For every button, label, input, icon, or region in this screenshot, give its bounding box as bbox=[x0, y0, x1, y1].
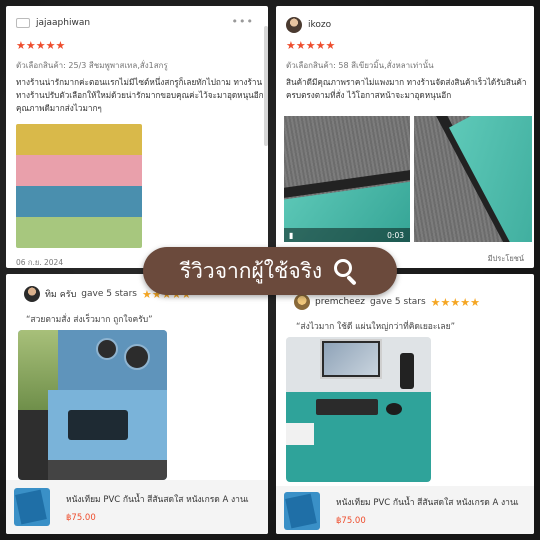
product-thumbnail[interactable] bbox=[14, 488, 50, 526]
username[interactable]: premcheez bbox=[315, 297, 365, 307]
video-duration: 0:03 bbox=[387, 231, 404, 240]
review-header: jajaaphiwan bbox=[16, 18, 90, 28]
swatch-yellow bbox=[16, 124, 142, 155]
rating-caption: gave 5 stars bbox=[369, 297, 426, 307]
rating-caption: gave 5 stars bbox=[81, 289, 137, 299]
avatar[interactable] bbox=[294, 294, 310, 310]
avatar-placeholder-icon bbox=[16, 18, 30, 28]
helpful-button[interactable]: มีประโยชน์ bbox=[488, 253, 524, 265]
thumb-fabric bbox=[285, 493, 317, 529]
username[interactable]: jajaaphiwan bbox=[36, 18, 90, 28]
review-card-4: premcheez gave 5 stars ★★★★★ “ส่งไวมาก ใ… bbox=[276, 274, 534, 534]
product-price: ฿75.00 bbox=[66, 513, 96, 523]
thumb-fabric bbox=[15, 489, 47, 525]
product-variant: ตัวเลือกสินค้า: 58 สีเขียวมิ้น,สั่งหลาเท… bbox=[286, 61, 434, 70]
review-photo[interactable] bbox=[16, 124, 142, 248]
avatar[interactable] bbox=[286, 17, 302, 33]
mouse bbox=[386, 403, 402, 415]
swatch-green bbox=[16, 217, 142, 248]
review-video[interactable]: ▮ 0:03 bbox=[284, 116, 410, 242]
review-header: premcheez gave 5 stars ★★★★★ bbox=[294, 294, 480, 310]
speaker-1 bbox=[96, 338, 118, 360]
avatar[interactable] bbox=[24, 286, 40, 302]
review-photo[interactable] bbox=[286, 337, 431, 482]
review-header: ikozo bbox=[286, 17, 331, 33]
star-rating: ★★★★★ bbox=[286, 39, 336, 52]
bottle bbox=[400, 353, 414, 389]
review-date: 06 ก.ย. 2024 bbox=[16, 258, 64, 267]
keyboard bbox=[316, 399, 378, 415]
review-photo[interactable] bbox=[414, 116, 532, 242]
paper-sheet bbox=[286, 423, 314, 445]
review-card-1: jajaaphiwan ••• ★★★★★ ตัวเลือกสินค้า: 25… bbox=[6, 6, 268, 268]
review-quote: “สวยตามสั่ง ส่งเร็วมาก ถูกใจครับ” bbox=[26, 315, 153, 325]
product-link[interactable]: หนังเทียม PVC กันน้ำ สีสันสดใส หนังเกรด … bbox=[6, 480, 268, 534]
more-dots-icon[interactable]: ••• bbox=[232, 15, 254, 28]
car-seat bbox=[18, 410, 48, 480]
product-name[interactable]: หนังเทียม PVC กันน้ำ สีสันสดใส หนังเกรด … bbox=[66, 492, 249, 506]
product-price: ฿75.00 bbox=[336, 516, 366, 526]
video-signal-icon: ▮ bbox=[289, 231, 294, 240]
username[interactable]: ทิม ครับ bbox=[45, 287, 76, 301]
product-name[interactable]: หนังเทียม PVC กันน้ำ สีสันสดใส หนังเกรด … bbox=[336, 495, 519, 509]
swatch-pink bbox=[16, 155, 142, 186]
username[interactable]: ikozo bbox=[308, 20, 331, 30]
product-link[interactable]: หนังเทียม PVC กันน้ำ สีสันสดใส หนังเกรด … bbox=[276, 486, 534, 534]
panel-cutout bbox=[68, 410, 128, 440]
review-text: ทางร้านน่ารักมากค่ะตอนแรกไม่มีไซต์หนึ่งส… bbox=[16, 77, 264, 113]
star-rating: ★★★★★ bbox=[16, 39, 66, 52]
floor bbox=[48, 460, 167, 480]
monitor-screen bbox=[324, 343, 378, 375]
swatch-blue bbox=[16, 186, 142, 217]
review-photo[interactable] bbox=[18, 330, 167, 480]
review-quote: “ส่งไวมาก ใช้ดี แผ่นใหญ่กว่าที่คิดเยอะเล… bbox=[296, 322, 455, 332]
speaker-2 bbox=[124, 344, 150, 370]
review-card-3: ทิม ครับ gave 5 stars ★★★★★ “สวยตามสั่ง … bbox=[6, 274, 268, 534]
banner-title: รีวิวจากผู้ใช้จริง bbox=[179, 258, 323, 283]
scrollbar[interactable] bbox=[264, 26, 268, 146]
review-text: สินค้าดีมีคุณภาพราคาไม่แพงมาก ทางร้านจัด… bbox=[286, 77, 527, 100]
product-thumbnail[interactable] bbox=[284, 492, 320, 530]
star-rating: ★★★★★ bbox=[430, 295, 480, 309]
review-card-2: ikozo ★★★★★ ตัวเลือกสินค้า: 58 สีเขียวมิ… bbox=[276, 6, 534, 268]
product-variant: ตัวเลือกสินค้า: 25/3 สีชมพูพาสเทล,สั่ง1ส… bbox=[16, 61, 168, 70]
reviews-banner[interactable]: รีวิวจากผู้ใช้จริง bbox=[143, 247, 397, 295]
search-icon bbox=[332, 257, 360, 286]
